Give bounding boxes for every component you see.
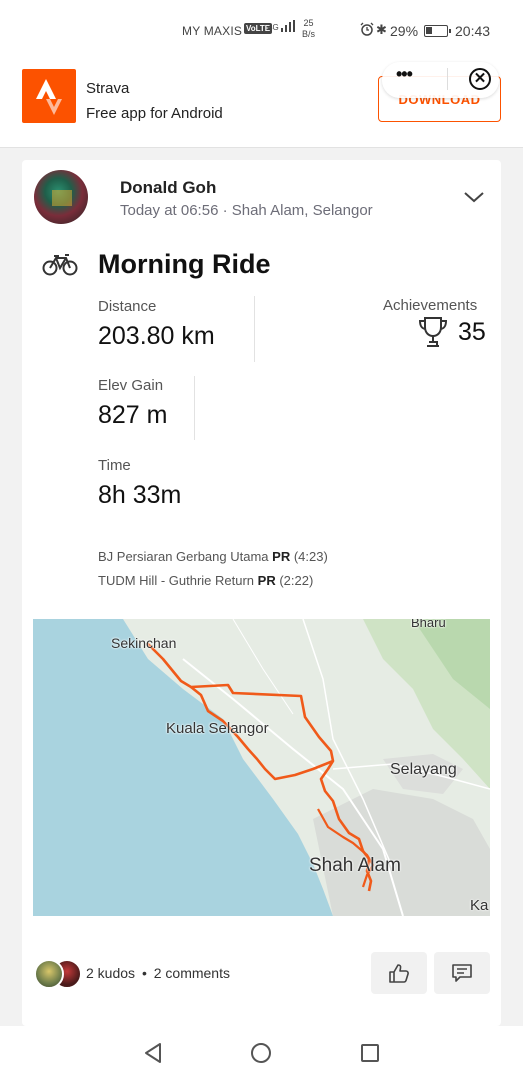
achievements-label: Achievements [383, 297, 478, 314]
segment-row[interactable]: BJ Persiaran Gerbang Utama PR (4:23) [98, 549, 328, 564]
activity-card[interactable]: Donald Goh Today at 06:56 · Shah Alam, S… [22, 160, 501, 1026]
signal-bars-icon [280, 20, 295, 32]
athlete-avatar[interactable] [34, 170, 88, 224]
kudos-avatars[interactable] [34, 959, 84, 989]
segment-row[interactable]: TUDM Hill - Guthrie Return PR (2:22) [98, 573, 313, 588]
chevron-down-icon[interactable] [463, 190, 485, 204]
activity-title[interactable]: Morning Ride [98, 249, 270, 280]
more-options-icon[interactable]: ••• [396, 64, 413, 85]
route-map[interactable]: Sekinchan Kuala Selangor Selayang Shah A… [33, 619, 490, 916]
segment-name: TUDM Hill - Guthrie Return [98, 573, 255, 588]
alarm-icon [360, 22, 374, 41]
system-nav-bar [0, 1026, 523, 1080]
kudos-button[interactable] [371, 952, 427, 994]
elev-gain-label: Elev Gain [98, 377, 164, 394]
distance-value: 203.80 km [98, 322, 215, 350]
network-type: 4G [268, 23, 279, 32]
pr-badge: PR [257, 573, 276, 588]
back-icon[interactable] [143, 1042, 163, 1064]
comment-icon [452, 964, 472, 982]
stat-divider [194, 376, 195, 440]
segment-name: BJ Persiaran Gerbang Utama [98, 549, 269, 564]
map-label-sekinchan: Sekinchan [111, 635, 177, 651]
clock: 20:43 [455, 23, 491, 39]
strava-logo-icon [22, 69, 76, 123]
map-label-ka: Ka [470, 897, 489, 914]
app-install-banner: Strava Free app for Android DOWNLOAD •••… [0, 60, 523, 148]
athlete-name[interactable]: Donald Goh [120, 178, 216, 198]
time-label: Time [98, 457, 131, 474]
app-subtitle: Free app for Android [86, 105, 223, 122]
kudos-count[interactable]: 2 kudos [86, 965, 135, 981]
trophy-icon [418, 317, 448, 347]
battery-percent: 29% [390, 23, 419, 39]
carrier-name: MY MAXIS [182, 24, 243, 38]
map-label-shah-alam: Shah Alam [309, 855, 401, 876]
recent-apps-icon[interactable] [361, 1044, 379, 1062]
map-label-kuala-selangor: Kuala Selangor [166, 720, 269, 737]
kudos-comments-summary[interactable]: 2 kudos • 2 comments [86, 965, 230, 981]
avatar [34, 959, 64, 989]
comments-count[interactable]: 2 comments [154, 965, 230, 981]
activity-meta: Today at 06:56 · Shah Alam, Selangor [120, 202, 373, 219]
comment-button[interactable] [434, 952, 490, 994]
speed-value: 25 [303, 18, 314, 28]
battery-icon [424, 25, 451, 37]
segment-time: (4:23) [293, 549, 328, 564]
speed-unit: B/s [302, 29, 316, 39]
map-label-bharu: Bharu [411, 619, 446, 630]
achievements-count: 35 [458, 318, 486, 346]
pill-divider [447, 68, 448, 90]
close-icon[interactable]: ✕ [469, 68, 491, 90]
bike-icon [42, 254, 78, 276]
stat-divider [254, 296, 255, 362]
distance-label: Distance [98, 298, 157, 315]
segment-time: (2:22) [279, 573, 314, 588]
network-speed: 25 B/s [302, 18, 315, 40]
pr-badge: PR [272, 549, 291, 564]
elev-gain-value: 827 m [98, 401, 168, 429]
signal-icon: 4G [268, 20, 295, 32]
thumbs-up-icon [389, 964, 409, 983]
app-name: Strava [86, 80, 130, 97]
status-bar: MY MAXIS VoLTE 4G 25 B/s ✱ 29% 20:43 [0, 0, 523, 60]
home-icon[interactable] [251, 1043, 271, 1063]
map-label-selayang: Selayang [390, 761, 457, 778]
separator-dot: • [141, 965, 147, 981]
bluetooth-icon: ✱ [376, 22, 387, 37]
time-value: 8h 33m [98, 481, 182, 509]
